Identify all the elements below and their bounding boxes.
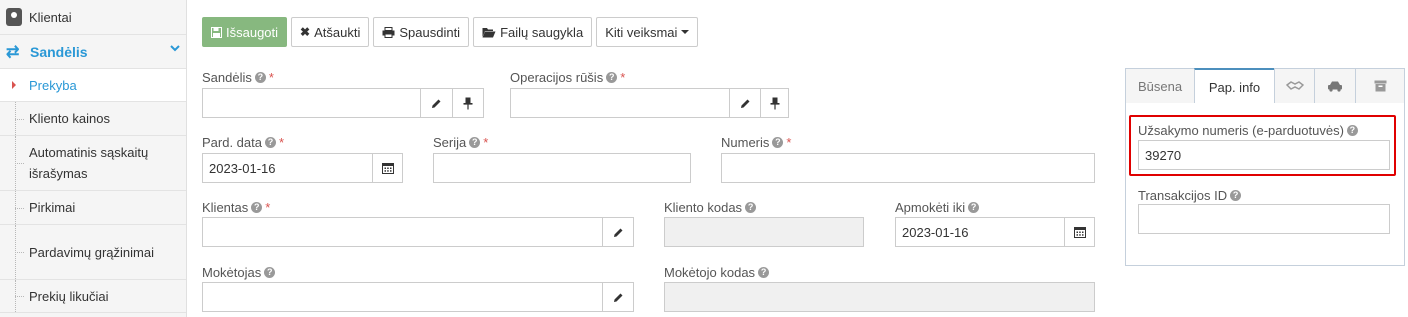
- handshake-icon: [1285, 81, 1304, 90]
- pay-until-input[interactable]: 2023-01-16: [895, 217, 1065, 247]
- help-icon: ?: [251, 202, 263, 213]
- edit-button[interactable]: [420, 88, 453, 118]
- pin-button[interactable]: [760, 88, 789, 118]
- payer-code-input: [664, 282, 1095, 312]
- exchange-icon: ⇄: [6, 43, 20, 61]
- pencil-icon: [432, 99, 441, 108]
- payer-code-label: Mokėtojo kodas?: [664, 265, 770, 280]
- series-label: Serija? *: [433, 135, 489, 150]
- caret-down-icon: [681, 30, 690, 34]
- files-button[interactable]: Failų saugykla: [473, 17, 593, 47]
- help-icon: ?: [254, 72, 266, 83]
- help-icon: ?: [772, 137, 784, 148]
- number-input[interactable]: [721, 153, 1095, 183]
- calendar-button[interactable]: [1064, 217, 1095, 247]
- car-icon: [1328, 81, 1342, 92]
- sidebar-item-label: Pirkimai: [29, 200, 76, 215]
- pencil-icon: [740, 99, 749, 108]
- calendar-button[interactable]: [372, 153, 403, 183]
- toolbar: Išsaugoti ✖ Atšaukti Spausdinti Failų sa…: [202, 17, 699, 47]
- client-input[interactable]: [202, 217, 603, 247]
- series-input[interactable]: [433, 153, 691, 183]
- transaction-id-input[interactable]: [1138, 204, 1390, 234]
- pencil-icon: [613, 228, 622, 237]
- print-button[interactable]: Spausdinti: [373, 17, 470, 47]
- pin-button[interactable]: [452, 88, 484, 118]
- cancel-button[interactable]: ✖ Atšaukti: [291, 17, 370, 47]
- client-code-label: Kliento kodas?: [664, 200, 757, 215]
- sidebar-item-automatinis[interactable]: Automatinis sąskaitų išrašymas: [0, 136, 186, 191]
- sidebar-section-label: Sandėlis: [30, 43, 88, 60]
- sidebar-item-likuciai[interactable]: Prekių likučiai: [0, 280, 186, 313]
- help-icon: ?: [469, 137, 481, 148]
- payer-input[interactable]: [202, 282, 603, 312]
- edit-button[interactable]: [729, 88, 761, 118]
- close-icon: ✖: [300, 25, 311, 39]
- help-icon: ?: [758, 267, 770, 278]
- sale-date-label: Pard. data? *: [202, 135, 285, 150]
- tab-handshake[interactable]: [1274, 68, 1315, 103]
- help-icon: ?: [606, 72, 618, 83]
- warehouse-label: Sandėlis? *: [202, 70, 274, 85]
- client-code-input: [664, 217, 864, 247]
- help-icon: ?: [264, 267, 276, 278]
- pencil-icon: [613, 293, 622, 302]
- help-icon: ?: [745, 202, 757, 213]
- edit-button[interactable]: [602, 282, 634, 312]
- help-icon: ?: [968, 202, 980, 213]
- sidebar-item-klientai[interactable]: Klientai: [0, 0, 186, 35]
- help-icon: ?: [1230, 190, 1242, 201]
- transaction-id-label: Transakcijos ID?: [1138, 188, 1242, 203]
- calendar-icon: [1073, 227, 1086, 238]
- sidebar-item-label: Klientai: [29, 9, 72, 25]
- tab-archive[interactable]: [1355, 68, 1405, 103]
- tab-car[interactable]: [1314, 68, 1356, 103]
- pin-icon: [770, 97, 779, 109]
- calendar-icon: [381, 163, 394, 174]
- sidebar-item-label: Pardavimų grąžinimai: [29, 244, 154, 260]
- sidebar: Klientai ⇄ Sandėlis Prekyba Kliento kain…: [0, 0, 187, 317]
- sidebar-item-kliento-kainos[interactable]: Kliento kainos: [0, 102, 186, 136]
- sidebar-item-pirkimai[interactable]: Pirkimai: [0, 191, 186, 225]
- more-actions-dropdown[interactable]: Kiti veiksmai: [596, 17, 699, 47]
- operation-type-label: Operacijos rūšis? *: [510, 70, 626, 85]
- chevron-down-icon: [170, 45, 180, 52]
- folder-open-icon: [482, 27, 496, 38]
- sidebar-item-grazinimai[interactable]: Pardavimų grąžinimai: [0, 225, 186, 280]
- help-icon: ?: [265, 137, 276, 148]
- sidebar-item-label: Automatinis sąskaitų išrašymas: [29, 145, 149, 181]
- archive-icon: [1374, 80, 1386, 92]
- client-label: Klientas? *: [202, 200, 271, 215]
- panel-tabs: Būsena Pap. info: [1125, 68, 1405, 104]
- warehouse-input[interactable]: [202, 88, 421, 118]
- sidebar-item-label: Prekyba: [29, 77, 77, 93]
- payer-label: Mokėtojas?: [202, 265, 276, 280]
- printer-icon: [382, 26, 395, 38]
- save-button[interactable]: Išsaugoti: [202, 17, 288, 47]
- sidebar-section-sandelis[interactable]: ⇄ Sandėlis: [0, 35, 186, 69]
- pin-icon: [463, 97, 473, 109]
- sidebar-item-label: Prekių likučiai: [29, 288, 109, 304]
- number-label: Numeris? *: [721, 135, 792, 150]
- operation-type-input[interactable]: [510, 88, 730, 118]
- highlight-box: [1129, 115, 1396, 176]
- pay-until-label: Apmokėti iki?: [895, 200, 980, 215]
- edit-button[interactable]: [602, 217, 634, 247]
- sidebar-item-prekyba[interactable]: Prekyba: [0, 69, 186, 102]
- tab-busena[interactable]: Būsena: [1125, 68, 1195, 103]
- user-icon: [6, 8, 22, 26]
- floppy-icon: [211, 26, 222, 38]
- sidebar-item-label: Kliento kainos: [29, 111, 110, 126]
- active-caret-icon: [12, 81, 16, 89]
- tab-pap-info[interactable]: Pap. info: [1194, 68, 1275, 104]
- sale-date-input[interactable]: 2023-01-16: [202, 153, 373, 183]
